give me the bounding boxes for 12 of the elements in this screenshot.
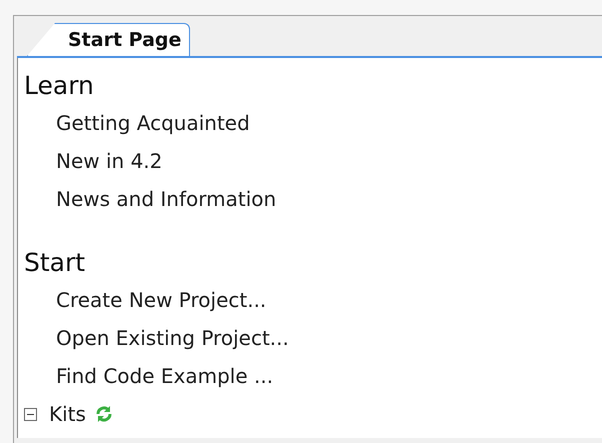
- start-link[interactable]: News and Information: [24, 180, 276, 218]
- section-heading: Learn: [24, 70, 95, 102]
- start-link[interactable]: Open Existing Project...: [24, 319, 289, 357]
- start-link[interactable]: Create New Project...: [24, 281, 266, 319]
- start-link[interactable]: New in 4.2: [24, 142, 162, 180]
- start-page-tab[interactable]: Start Page: [27, 23, 190, 56]
- section-heading: Start: [24, 247, 86, 279]
- start-link[interactable]: Getting Acquainted: [24, 104, 250, 142]
- start-link[interactable]: Find Code Example ...: [24, 357, 274, 395]
- kits-label: Kits: [49, 402, 86, 426]
- collapse-toggle-icon[interactable]: [24, 408, 37, 420]
- refresh-icon[interactable]: [94, 404, 114, 424]
